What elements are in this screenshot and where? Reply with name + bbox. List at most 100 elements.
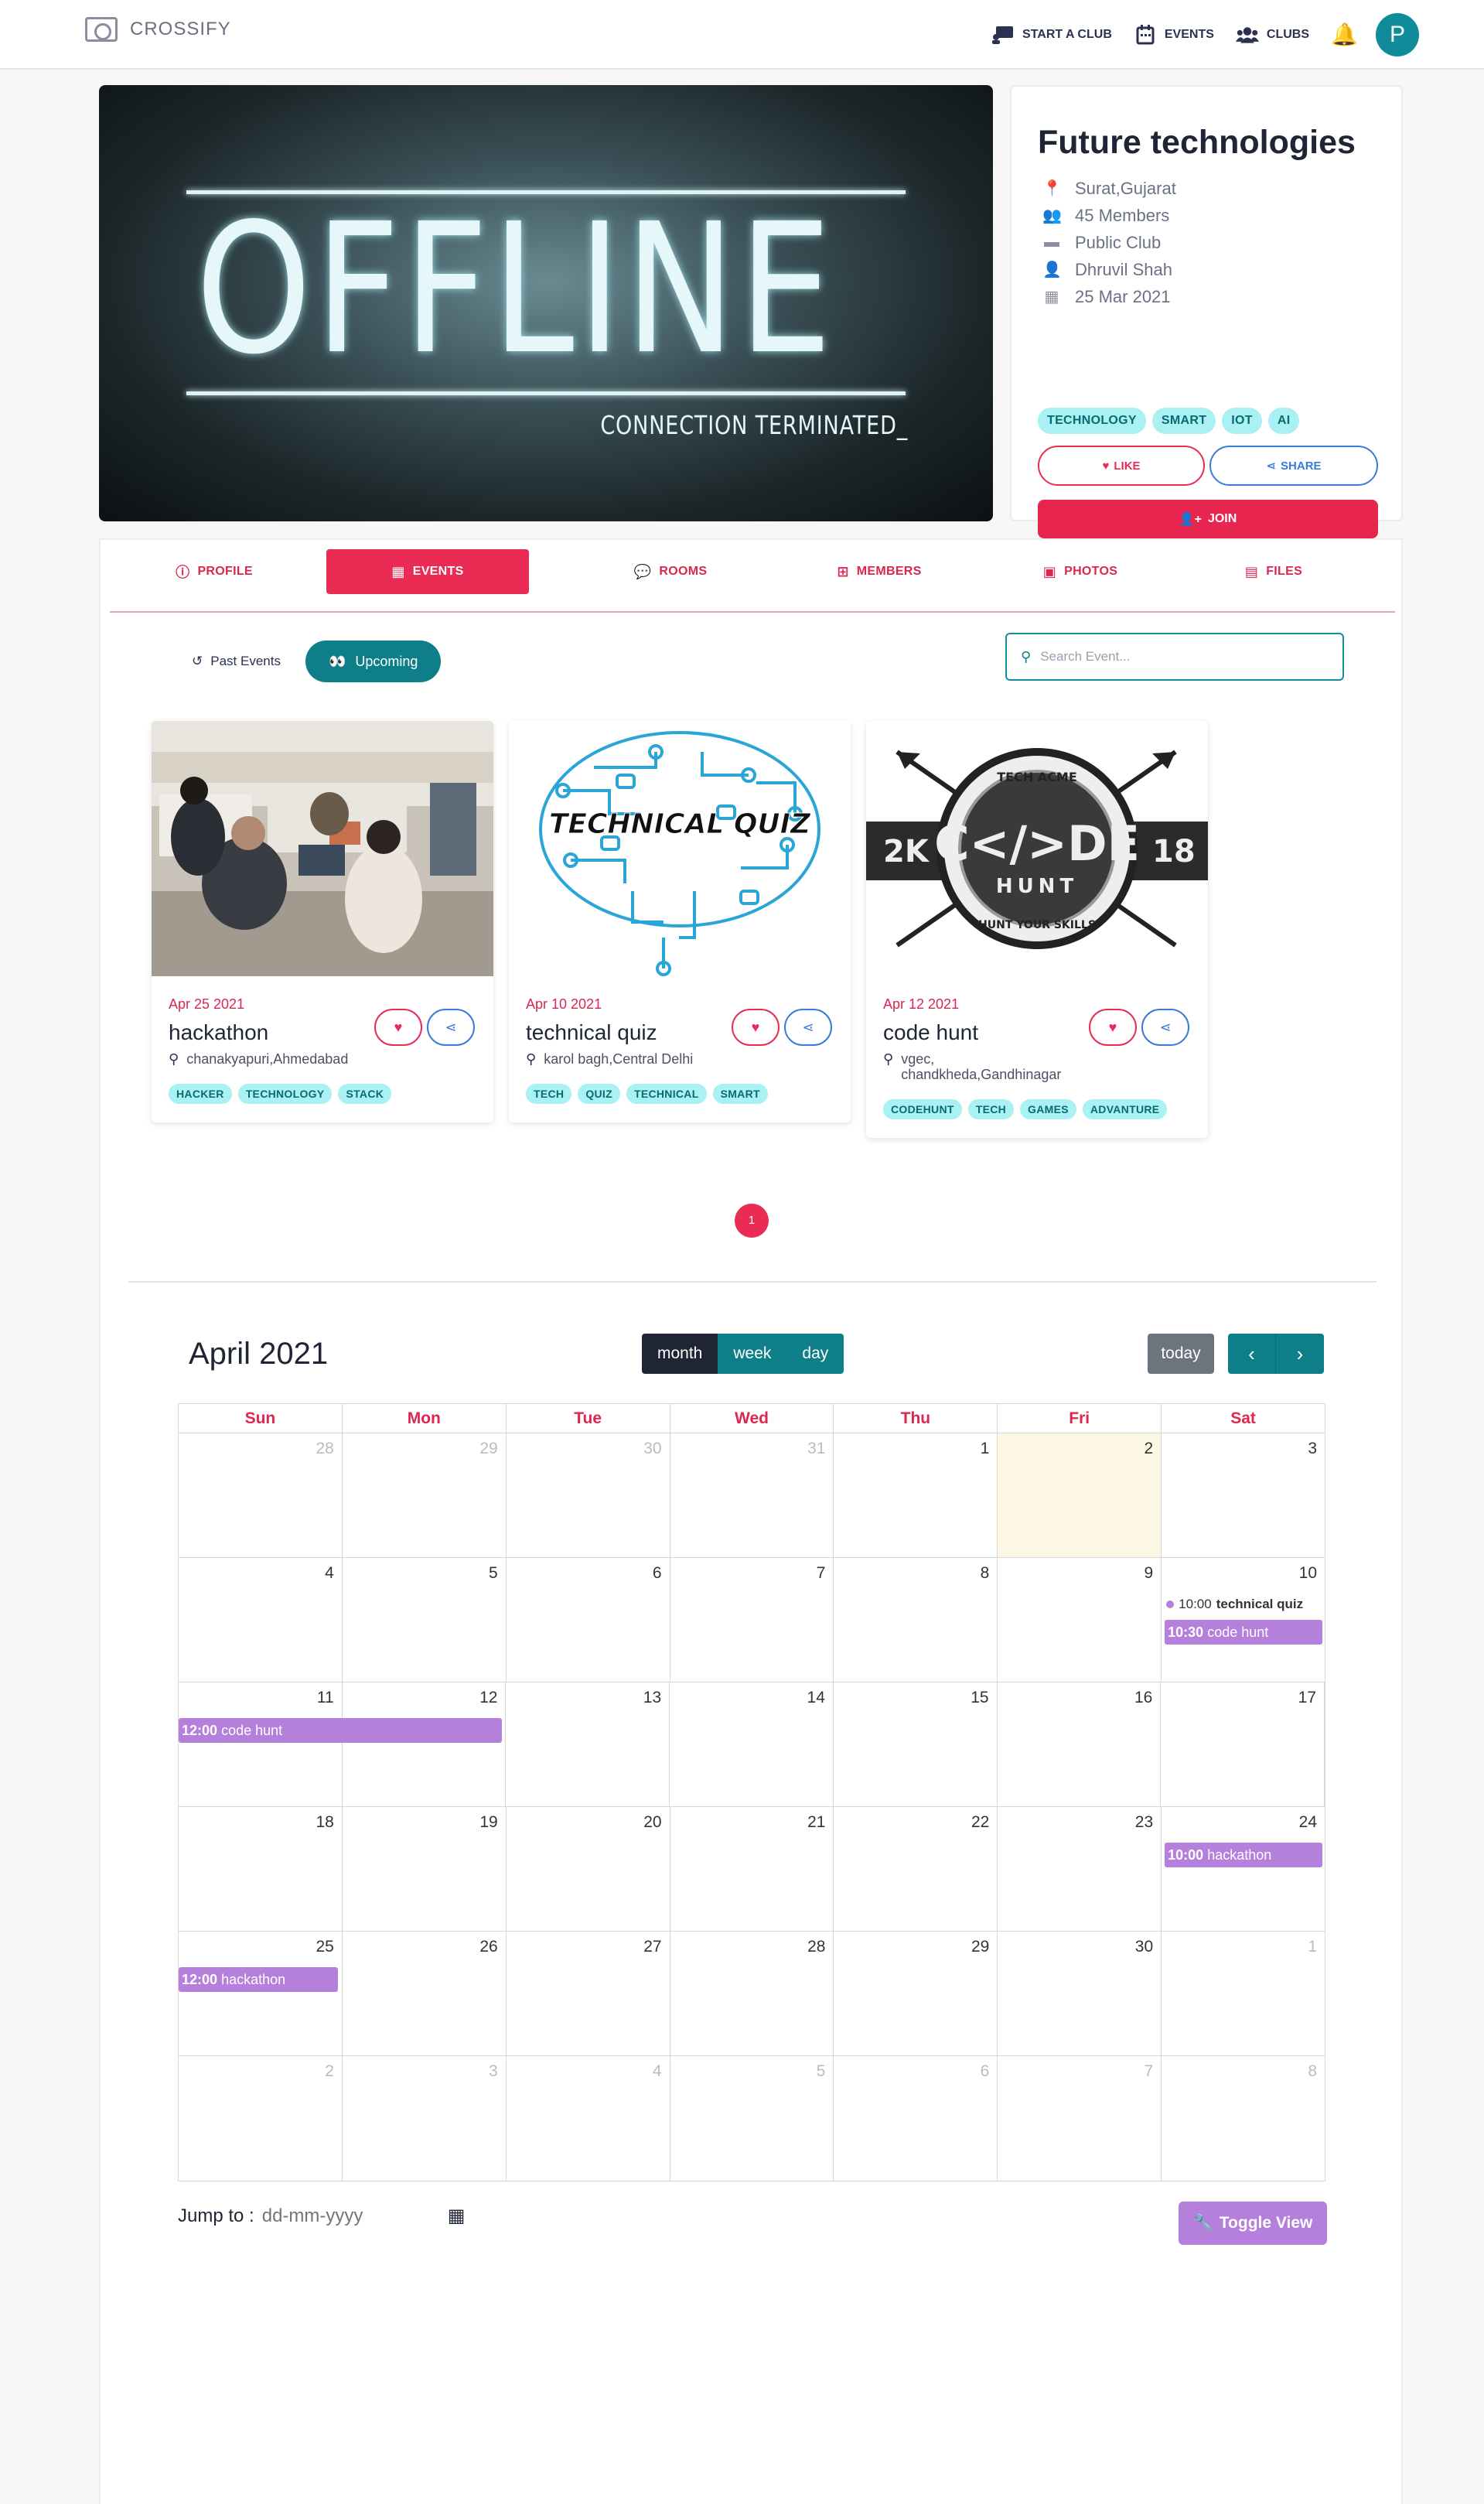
calendar-event-hackathon[interactable]: 10:00 hackathon <box>1165 1843 1323 1867</box>
calendar-day[interactable]: 7 <box>670 1558 834 1682</box>
event-card-code-hunt[interactable]: C</>DE HUNT TECH ACME HUNT YOUR SKILLS 2… <box>866 721 1208 1138</box>
jump-to-date-input[interactable] <box>261 2205 417 2227</box>
like-button[interactable]: ♥ LIKE <box>1038 446 1205 486</box>
clubs-link[interactable]: CLUBS <box>1235 25 1309 45</box>
event-like-button[interactable]: ♥ <box>1089 1009 1137 1046</box>
tab-members[interactable]: ⊞ MEMBERS <box>806 549 953 594</box>
calendar-day[interactable]: 30 <box>507 1433 670 1557</box>
calendar-day[interactable]: 22 <box>834 1807 998 1931</box>
calendar-day[interactable]: 8 <box>834 1558 998 1682</box>
view-week-button[interactable]: week <box>718 1334 787 1374</box>
join-button[interactable]: 👤+ JOIN <box>1038 500 1378 538</box>
toggle-view-button[interactable]: 🔧 Toggle View <box>1179 2202 1327 2245</box>
upcoming-button[interactable]: 👀 Upcoming <box>305 641 442 682</box>
start-club-link[interactable]: START A CLUB <box>991 25 1112 45</box>
event-card-technical-quiz[interactable]: TECHNICAL QUIZ Apr 10 2021 technical qui… <box>509 721 851 1122</box>
calendar-day[interactable]: 4 <box>507 2056 670 2181</box>
calendar-day[interactable]: 19 <box>343 1807 507 1931</box>
event-tag[interactable]: CODEHUNT <box>883 1099 962 1119</box>
event-tag[interactable]: STACK <box>338 1084 392 1104</box>
club-tag[interactable]: SMART <box>1151 408 1216 434</box>
calendar-event-code-hunt[interactable]: 10:30 code hunt <box>1165 1620 1323 1645</box>
view-day-button[interactable]: day <box>786 1334 844 1374</box>
calendar-day[interactable]: 25 12:00 hackathon <box>179 1932 343 2055</box>
prev-month-button[interactable]: ‹ <box>1228 1334 1276 1374</box>
event-tag[interactable]: HACKER <box>169 1084 232 1104</box>
calendar-day[interactable]: 8 <box>1162 2056 1325 2181</box>
event-tag[interactable]: SMART <box>712 1084 768 1104</box>
calendar-day[interactable]: 20 <box>507 1807 670 1931</box>
event-tag[interactable]: ADVANTURE <box>1082 1099 1168 1119</box>
today-button[interactable]: today <box>1148 1334 1214 1374</box>
calendar-day[interactable]: 28 <box>179 1433 343 1557</box>
events-link[interactable]: EVENTS <box>1134 25 1214 45</box>
past-events-button[interactable]: ↺ Past Events <box>175 641 298 682</box>
calendar-day[interactable]: 1 <box>1162 1932 1325 2055</box>
calendar-day[interactable]: 10 10:00 technical quiz 10:30 code hunt <box>1162 1558 1325 1682</box>
club-tag[interactable]: AI <box>1267 408 1300 434</box>
event-share-button[interactable]: ⋖ <box>427 1009 475 1046</box>
calendar-day[interactable]: 18 <box>179 1807 343 1931</box>
view-month-button[interactable]: month <box>642 1334 718 1374</box>
calendar-day[interactable]: 29 <box>834 1932 998 2055</box>
calendar-day[interactable]: 17 <box>1161 1682 1325 1806</box>
calendar-day[interactable]: 31 <box>670 1433 834 1557</box>
calendar-event-technical-quiz[interactable]: 10:00 technical quiz <box>1166 1597 1303 1612</box>
calendar-day[interactable]: 23 <box>998 1807 1162 1931</box>
calendar-event-code-hunt[interactable]: 12:00 code hunt <box>179 1718 502 1743</box>
calendar-day[interactable]: 13 <box>506 1682 670 1806</box>
calendar-day[interactable]: 5 <box>343 1558 507 1682</box>
tab-photos[interactable]: ▣ PHOTOS <box>1015 549 1146 594</box>
calendar-day[interactable]: 6 <box>507 1558 670 1682</box>
brand[interactable]: CROSSIFY <box>85 17 231 42</box>
calendar-day[interactable]: 21 <box>670 1807 834 1931</box>
event-card-hackathon[interactable]: Apr 25 2021 hackathon ⚲ chanakyapuri,Ahme… <box>152 721 493 1122</box>
calendar-day[interactable]: 6 <box>834 2056 998 2181</box>
calendar-day[interactable]: 11 <box>179 1682 343 1806</box>
event-share-button[interactable]: ⋖ <box>784 1009 832 1046</box>
calendar-day[interactable]: 26 <box>343 1932 507 2055</box>
calendar-day[interactable]: 24 10:00 hackathon <box>1162 1807 1325 1931</box>
tab-profile[interactable]: ⓘ PROFILE <box>148 549 280 594</box>
event-tag[interactable]: TECH <box>526 1084 572 1104</box>
calendar-event-hackathon[interactable]: 12:00 hackathon <box>179 1967 338 1992</box>
calendar-day[interactable]: 28 <box>670 1932 834 2055</box>
calendar-day[interactable]: 1 <box>834 1433 998 1557</box>
event-tag[interactable]: TECHNOLOGY <box>237 1084 333 1104</box>
bell-icon[interactable]: 🔔 <box>1331 23 1358 46</box>
calendar-day[interactable]: 12 <box>343 1682 507 1806</box>
calendar-day-today[interactable]: 2 <box>998 1433 1162 1557</box>
event-share-button[interactable]: ⋖ <box>1141 1009 1189 1046</box>
calendar-day[interactable]: 15 <box>834 1682 998 1806</box>
calendar-day[interactable]: 29 <box>343 1433 507 1557</box>
calendar-day[interactable]: 16 <box>998 1682 1162 1806</box>
calendar-day[interactable]: 2 <box>179 2056 343 2181</box>
search-event-input[interactable] <box>1040 649 1319 664</box>
calendar-day[interactable]: 27 <box>507 1932 670 2055</box>
event-tag[interactable]: TECHNICAL <box>626 1084 707 1104</box>
club-tag[interactable]: TECHNOLOGY <box>1038 408 1146 434</box>
calendar-day[interactable]: 3 <box>1162 1433 1325 1557</box>
tab-events[interactable]: ▦ EVENTS <box>326 549 529 594</box>
club-tag[interactable]: IOT <box>1222 408 1262 434</box>
tab-rooms[interactable]: 💬 ROOMS <box>605 549 736 594</box>
tab-files[interactable]: ▤ FILES <box>1216 549 1332 594</box>
event-like-button[interactable]: ♥ <box>732 1009 780 1046</box>
next-month-button[interactable]: › <box>1276 1334 1324 1374</box>
calendar-day[interactable]: 9 <box>998 1558 1162 1682</box>
event-like-button[interactable]: ♥ <box>374 1009 422 1046</box>
calendar-day[interactable]: 14 <box>670 1682 834 1806</box>
event-tag[interactable]: QUIZ <box>578 1084 620 1104</box>
event-tag[interactable]: GAMES <box>1020 1099 1076 1119</box>
calendar-day[interactable]: 5 <box>670 2056 834 2181</box>
calendar-icon[interactable]: ▦ <box>448 2205 466 2227</box>
calendar-day[interactable]: 7 <box>998 2056 1162 2181</box>
pagination-page-1[interactable]: 1 <box>735 1204 769 1238</box>
avatar[interactable]: P <box>1376 13 1419 56</box>
search-event-box[interactable]: ⚲ <box>1005 633 1344 681</box>
share-button[interactable]: ⋖ SHARE <box>1209 446 1378 486</box>
calendar-day[interactable]: 4 <box>179 1558 343 1682</box>
calendar-day[interactable]: 30 <box>998 1932 1162 2055</box>
event-tag[interactable]: TECH <box>967 1099 1015 1119</box>
calendar-day[interactable]: 3 <box>343 2056 507 2181</box>
